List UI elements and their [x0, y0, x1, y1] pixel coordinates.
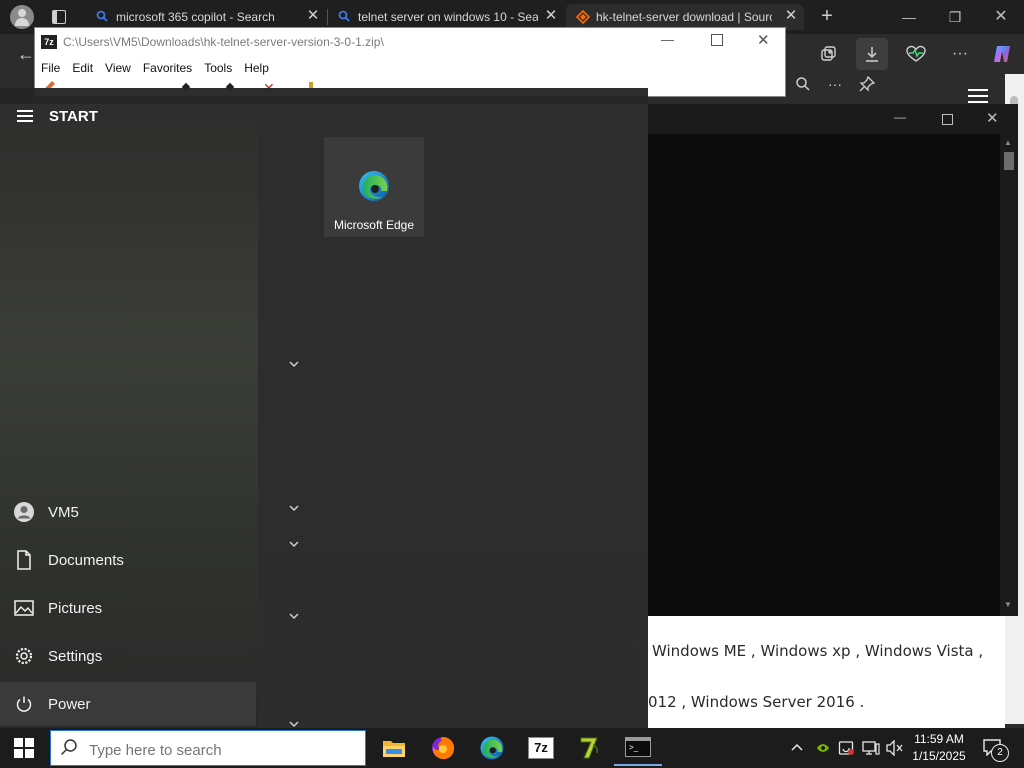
cmd-icon[interactable]: >_	[614, 730, 662, 766]
clock-time: 11:59 AM	[914, 732, 964, 746]
7zip-alt-icon[interactable]	[566, 730, 614, 766]
gear-icon	[0, 646, 48, 666]
edge-tile[interactable]: Microsoft Edge	[324, 137, 424, 237]
heartbeat-icon[interactable]	[900, 38, 932, 70]
close-icon[interactable]: ✕	[986, 109, 999, 127]
chevron-up-icon[interactable]	[790, 740, 804, 758]
edge-tile-label: Microsoft Edge	[333, 218, 415, 232]
minimize-icon[interactable]: —	[894, 110, 906, 124]
plus-icon[interactable]: +	[816, 5, 838, 27]
sourceforge-icon	[575, 9, 591, 25]
start-item-label: Documents	[48, 551, 124, 569]
collections-icon[interactable]	[812, 38, 844, 70]
chevron-down-icon[interactable]	[286, 502, 302, 514]
restore-icon[interactable]: ❐	[932, 0, 978, 34]
bing-search-icon	[96, 10, 108, 22]
update-icon[interactable]	[838, 740, 854, 761]
search-icon[interactable]	[787, 68, 819, 100]
start-menu-left-pane	[0, 88, 258, 728]
nvidia-icon[interactable]	[816, 741, 830, 759]
chevron-down-icon[interactable]	[286, 538, 302, 550]
windows-start-icon[interactable]	[14, 738, 34, 758]
start-item-documents[interactable]: Documents	[0, 538, 256, 582]
menu-edit[interactable]: Edit	[66, 58, 99, 78]
7zip-app-icon: 7z	[41, 35, 57, 49]
menu-favorites[interactable]: Favorites	[137, 58, 198, 78]
start-item-label: Pictures	[48, 599, 103, 617]
pictures-icon	[0, 600, 48, 616]
chevron-down-icon[interactable]	[286, 358, 302, 370]
7zip-icon[interactable]: 7z	[517, 730, 565, 766]
hamburger-icon[interactable]	[968, 88, 990, 104]
pin-icon[interactable]	[851, 68, 883, 100]
menu-view[interactable]: View	[99, 58, 137, 78]
7zip-window: 7z C:\Users\VM5\Downloads\hk-telnet-serv…	[34, 27, 786, 97]
page-text-line: Windows ME , Windows xp , Windows Vista …	[652, 642, 984, 660]
maximize-icon[interactable]	[711, 34, 723, 46]
start-menu-tiles-pane	[258, 88, 648, 728]
notification-icon[interactable]: 2	[982, 738, 1009, 762]
menu-tools[interactable]: Tools	[198, 58, 238, 78]
taskbar-search-box[interactable]	[50, 730, 366, 766]
cmd-scrollbar[interactable]: ▲ ▼	[1000, 134, 1018, 616]
start-item-power[interactable]: Power	[0, 682, 256, 726]
document-icon	[0, 550, 48, 570]
start-item-label: Settings	[48, 647, 103, 665]
minimize-icon[interactable]: —	[661, 32, 674, 47]
start-item-label: Power	[48, 695, 91, 713]
start-label: START	[49, 108, 98, 125]
close-tab-icon[interactable]: ✕	[542, 7, 560, 25]
start-item-pictures[interactable]: Pictures	[0, 586, 256, 630]
chevron-down-icon[interactable]	[286, 610, 302, 622]
clock-date: 1/15/2025	[912, 749, 966, 763]
notification-count-badge: 2	[991, 744, 1009, 762]
bing-search-icon	[338, 10, 350, 22]
cmd-console-area[interactable]	[648, 134, 1000, 616]
close-tab-icon[interactable]: ✕	[782, 7, 800, 25]
tab-title: telnet server on windows 10 - Sea	[358, 10, 538, 24]
command-prompt-window: — ✕ ▲ ▼	[648, 104, 1018, 616]
menu-file[interactable]: File	[35, 58, 66, 78]
tab-title: hk-telnet-server download | Sourc	[596, 10, 772, 24]
tab-actions-icon[interactable]	[52, 10, 66, 24]
start-item-user[interactable]: VM5	[0, 490, 256, 534]
copilot-icon[interactable]	[986, 38, 1018, 70]
download-icon[interactable]	[856, 38, 888, 70]
hamburger-icon[interactable]	[17, 110, 33, 122]
more-icon[interactable]: ···	[819, 68, 851, 100]
edge-icon[interactable]	[468, 730, 516, 766]
maximize-icon[interactable]	[942, 114, 953, 125]
menu-help[interactable]: Help	[238, 58, 275, 78]
start-item-settings[interactable]: Settings	[0, 634, 256, 678]
edge-icon	[357, 169, 391, 203]
page-text-line: 012 , Windows Server 2016 .	[648, 693, 865, 711]
profile-avatar-icon[interactable]	[10, 5, 34, 29]
close-tab-icon[interactable]: ✕	[304, 7, 322, 25]
7zip-title-bar[interactable]: 7z C:\Users\VM5\Downloads\hk-telnet-serv…	[35, 28, 785, 56]
network-icon[interactable]	[862, 740, 880, 761]
cmd-scroll-thumb[interactable]	[1004, 152, 1014, 170]
tab-title: microsoft 365 copilot - Search	[116, 10, 275, 24]
more-icon[interactable]: ···	[944, 38, 976, 70]
7zip-menu-bar: File Edit View Favorites Tools Help	[35, 58, 275, 78]
search-input[interactable]	[87, 739, 351, 761]
cmd-title-bar[interactable]: — ✕	[648, 104, 1018, 134]
power-icon	[0, 695, 48, 713]
close-icon[interactable]: ✕	[757, 31, 770, 49]
minimize-icon[interactable]: —	[886, 0, 932, 34]
close-icon[interactable]: ✕	[978, 0, 1024, 34]
taskbar-clock[interactable]: 11:59 AM 1/15/2025	[900, 731, 978, 765]
search-icon	[60, 738, 78, 761]
start-item-label: VM5	[48, 503, 79, 521]
user-icon	[0, 501, 48, 523]
firefox-icon[interactable]	[419, 730, 467, 766]
file-explorer-icon[interactable]	[370, 730, 418, 766]
7zip-window-title: C:\Users\VM5\Downloads\hk-telnet-server-…	[63, 35, 384, 49]
